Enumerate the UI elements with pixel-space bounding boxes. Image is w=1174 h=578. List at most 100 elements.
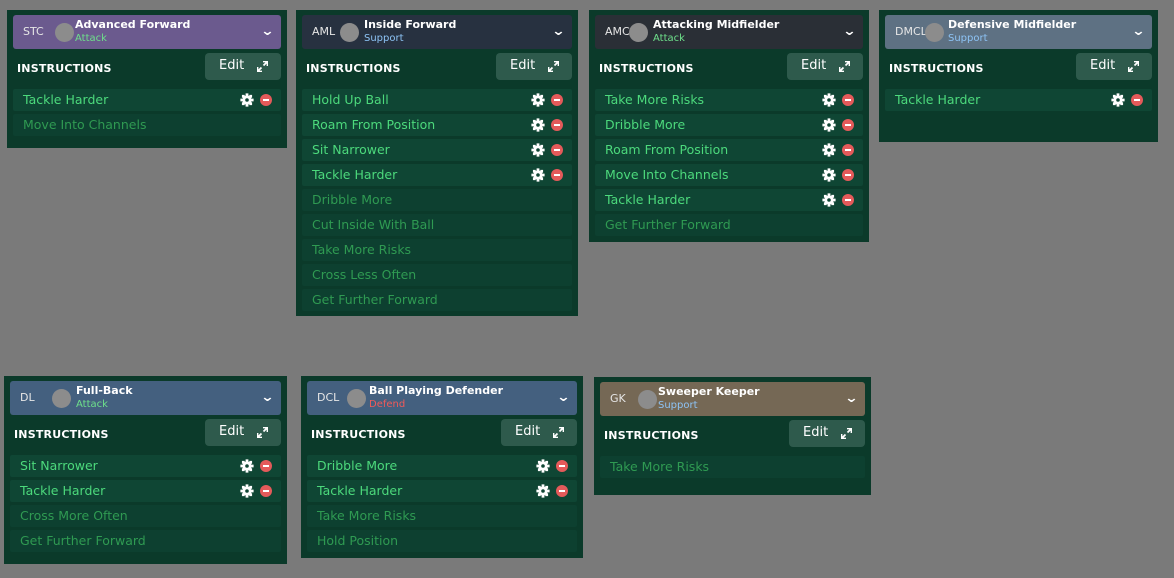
role-selector[interactable]: AMC Attacking Midfielder Attack ⌄: [595, 15, 863, 49]
active-instruction[interactable]: Tackle Harder: [595, 189, 863, 211]
remove-icon[interactable]: [556, 485, 568, 497]
role-duty: Defend: [369, 399, 406, 410]
active-instruction[interactable]: Roam From Position: [302, 114, 572, 136]
active-instruction[interactable]: Tackle Harder: [885, 89, 1152, 111]
remove-icon[interactable]: [1131, 94, 1143, 106]
suggested-instruction[interactable]: Take More Risks: [307, 505, 577, 527]
edit-button[interactable]: Edit: [205, 53, 281, 80]
active-instruction[interactable]: Sit Narrower: [302, 139, 572, 161]
active-instruction[interactable]: Dribble More: [307, 455, 577, 477]
gear-icon[interactable]: [822, 93, 836, 107]
active-instruction[interactable]: Tackle Harder: [13, 89, 281, 111]
gear-icon[interactable]: [536, 459, 550, 473]
chevron-down-icon[interactable]: ⌄: [260, 15, 274, 49]
active-instruction[interactable]: Tackle Harder: [10, 480, 281, 502]
player-avatar: [347, 389, 366, 408]
gear-icon[interactable]: [240, 459, 254, 473]
role-selector[interactable]: STC Advanced Forward Attack ⌄: [13, 15, 281, 49]
remove-icon[interactable]: [556, 460, 568, 472]
suggested-instruction[interactable]: Get Further Forward: [10, 530, 281, 552]
remove-icon[interactable]: [842, 144, 854, 156]
instructions-title: INSTRUCTIONS: [306, 62, 401, 75]
expand-icon: [257, 61, 268, 72]
gear-icon[interactable]: [822, 143, 836, 157]
instruction-label: Take More Risks: [605, 92, 705, 107]
active-instruction[interactable]: Sit Narrower: [10, 455, 281, 477]
remove-icon[interactable]: [551, 144, 563, 156]
suggested-instruction[interactable]: Get Further Forward: [595, 214, 863, 236]
edit-button[interactable]: Edit: [205, 419, 281, 446]
suggested-instruction[interactable]: Cut Inside With Ball: [302, 214, 572, 236]
edit-button[interactable]: Edit: [787, 53, 863, 80]
chevron-down-icon[interactable]: ⌄: [844, 382, 858, 416]
gear-icon[interactable]: [822, 193, 836, 207]
active-instruction[interactable]: Hold Up Ball: [302, 89, 572, 111]
edit-button-label: Edit: [219, 424, 245, 439]
expand-icon: [841, 428, 852, 439]
instruction-label: Roam From Position: [605, 142, 729, 157]
role-selector[interactable]: DMCL Defensive Midfielder Support ⌄: [885, 15, 1152, 49]
instruction-label: Get Further Forward: [20, 533, 146, 548]
role-panel-dmcl: DMCL Defensive Midfielder Support ⌄ INSTRUCT…: [879, 10, 1158, 142]
suggested-instruction[interactable]: Cross Less Often: [302, 264, 572, 286]
active-instruction[interactable]: Tackle Harder: [302, 164, 572, 186]
active-instruction[interactable]: Roam From Position: [595, 139, 863, 161]
remove-icon[interactable]: [842, 119, 854, 131]
edit-button[interactable]: Edit: [496, 53, 572, 80]
role-selector[interactable]: AML Inside Forward Support ⌄: [302, 15, 572, 49]
gear-icon[interactable]: [822, 118, 836, 132]
remove-icon[interactable]: [260, 460, 272, 472]
remove-icon[interactable]: [842, 169, 854, 181]
role-duty: Support: [658, 400, 698, 411]
remove-icon[interactable]: [842, 194, 854, 206]
role-selector[interactable]: DCL Ball Playing Defender Defend ⌄: [307, 381, 577, 415]
instruction-label: Tackle Harder: [605, 192, 691, 207]
chevron-down-icon[interactable]: ⌄: [842, 15, 856, 49]
gear-icon[interactable]: [531, 93, 545, 107]
role-selector[interactable]: GK Sweeper Keeper Support ⌄: [600, 382, 865, 416]
chevron-down-icon[interactable]: ⌄: [1131, 15, 1145, 49]
remove-icon[interactable]: [260, 485, 272, 497]
role-selector[interactable]: DL Full-Back Attack ⌄: [10, 381, 281, 415]
edit-button-label: Edit: [510, 58, 536, 73]
suggested-instruction[interactable]: Get Further Forward: [302, 289, 572, 311]
remove-icon[interactable]: [551, 94, 563, 106]
gear-icon[interactable]: [240, 484, 254, 498]
remove-icon[interactable]: [551, 119, 563, 131]
gear-icon[interactable]: [1111, 93, 1125, 107]
edit-button[interactable]: Edit: [501, 419, 577, 446]
role-duty: Attack: [76, 399, 108, 410]
position-code: AMC: [605, 25, 630, 38]
remove-icon[interactable]: [551, 169, 563, 181]
remove-icon[interactable]: [842, 94, 854, 106]
chevron-down-icon[interactable]: ⌄: [260, 381, 274, 415]
player-avatar: [925, 23, 944, 42]
role-duty: Support: [948, 33, 988, 44]
instruction-label: Dribble More: [317, 458, 398, 473]
role-name: Full-Back: [76, 384, 133, 397]
active-instruction[interactable]: Tackle Harder: [307, 480, 577, 502]
active-instruction[interactable]: Dribble More: [595, 114, 863, 136]
suggested-instruction[interactable]: Cross More Often: [10, 505, 281, 527]
suggested-instruction[interactable]: Take More Risks: [600, 456, 865, 478]
instructions-title: INSTRUCTIONS: [17, 62, 112, 75]
chevron-down-icon[interactable]: ⌄: [551, 15, 565, 49]
edit-button[interactable]: Edit: [1076, 53, 1152, 80]
suggested-instruction[interactable]: Move Into Channels: [13, 114, 281, 136]
gear-icon[interactable]: [536, 484, 550, 498]
active-instruction[interactable]: Take More Risks: [595, 89, 863, 111]
gear-icon[interactable]: [531, 143, 545, 157]
edit-button[interactable]: Edit: [789, 420, 865, 447]
chevron-down-icon[interactable]: ⌄: [556, 381, 570, 415]
gear-icon[interactable]: [240, 93, 254, 107]
active-instruction[interactable]: Move Into Channels: [595, 164, 863, 186]
suggested-instruction[interactable]: Dribble More: [302, 189, 572, 211]
gear-icon[interactable]: [531, 168, 545, 182]
suggested-instruction[interactable]: Hold Position: [307, 530, 577, 552]
instructions-title: INSTRUCTIONS: [889, 62, 984, 75]
suggested-instruction[interactable]: Take More Risks: [302, 239, 572, 261]
gear-icon[interactable]: [822, 168, 836, 182]
instructions-bar: INSTRUCTIONS Edit: [307, 415, 577, 455]
gear-icon[interactable]: [531, 118, 545, 132]
remove-icon[interactable]: [260, 94, 272, 106]
